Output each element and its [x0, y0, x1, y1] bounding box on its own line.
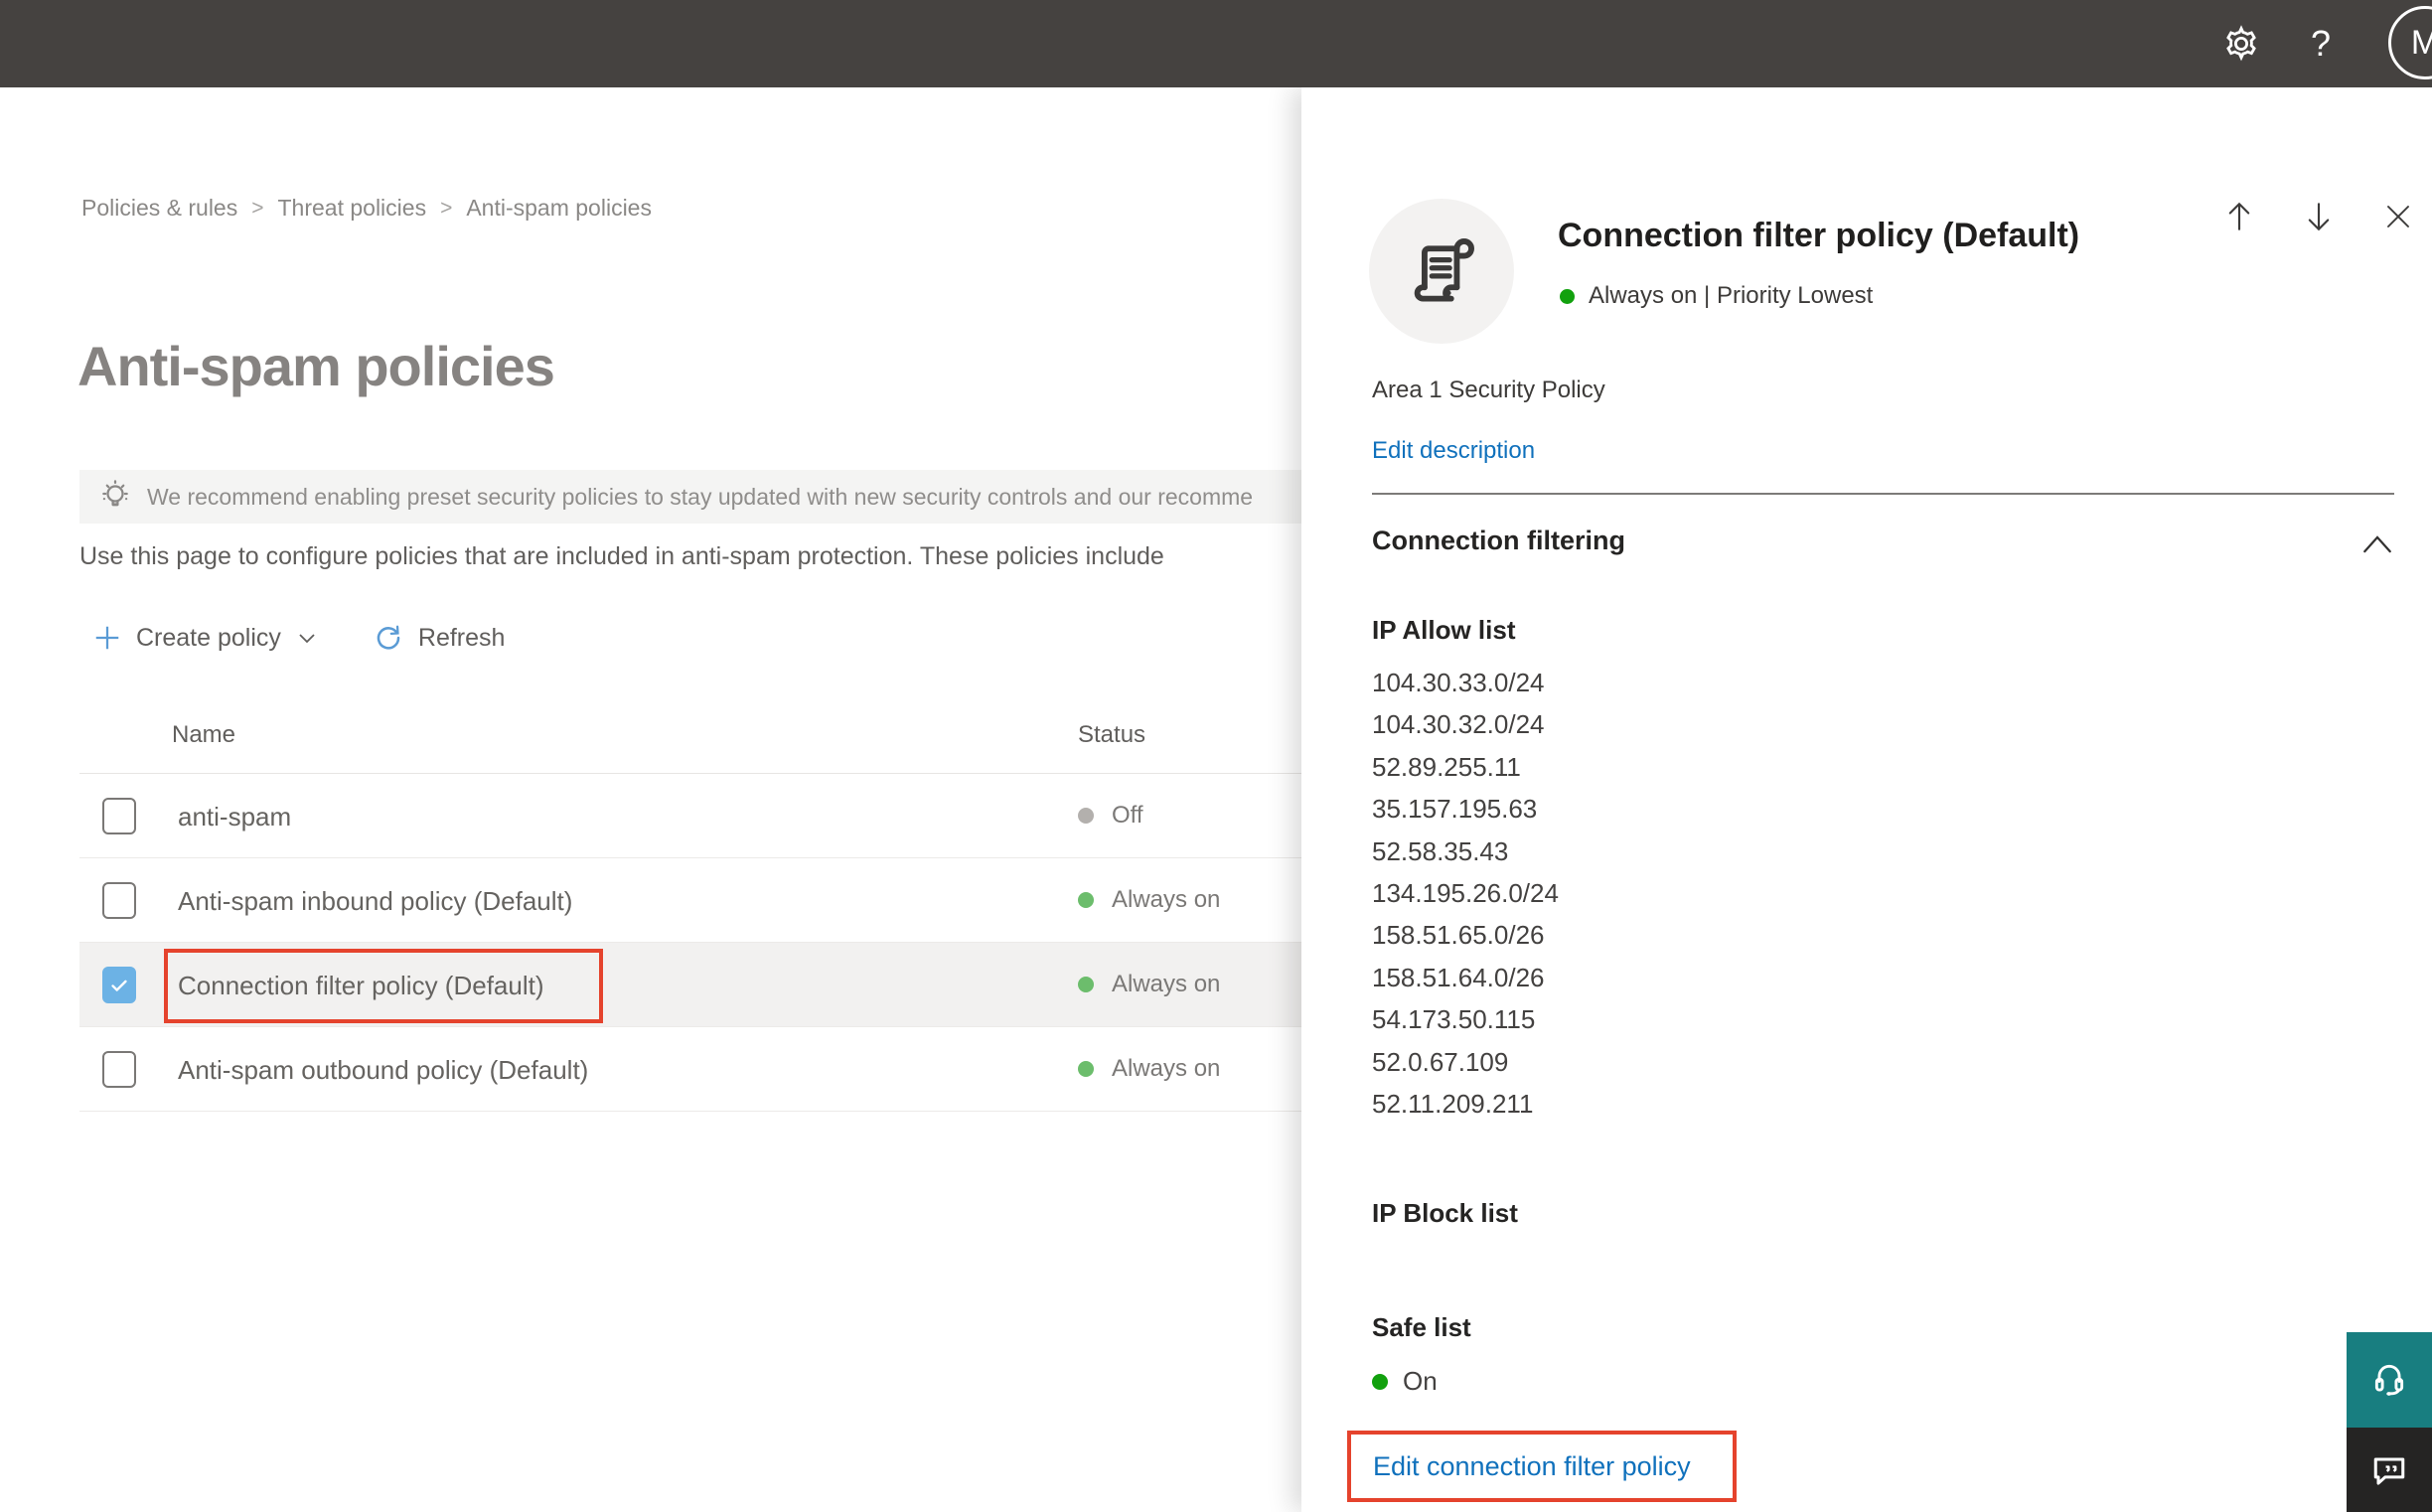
chevron-up-icon: [2363, 535, 2391, 553]
policy-description: Area 1 Security Policy: [1372, 377, 1605, 403]
create-policy-label: Create policy: [136, 623, 281, 652]
status-cell: Always on: [1078, 1027, 1220, 1111]
ip-allow-entry: 104.30.32.0/24: [1372, 709, 1545, 740]
edit-connection-filter-policy-link[interactable]: Edit connection filter policy: [1373, 1451, 1691, 1482]
edit-description-link[interactable]: Edit description: [1372, 437, 1535, 465]
safe-list-status: On: [1372, 1366, 1438, 1397]
status-cell: Always on: [1078, 943, 1220, 1026]
toolbar: Create policy Refresh: [92, 616, 505, 660]
section-title-connection-filtering: Connection filtering: [1372, 526, 1625, 555]
ip-allow-entry: 35.157.195.63: [1372, 794, 1538, 825]
ip-allow-entry: 104.30.33.0/24: [1372, 668, 1545, 697]
status-dot: [1078, 892, 1094, 908]
flyout-status-label: Always on | Priority Lowest: [1589, 282, 1874, 309]
policy-name-cell[interactable]: Anti-spam inbound policy (Default): [164, 864, 603, 939]
top-app-bar: ? M: [0, 0, 2432, 87]
status-dot: [1078, 808, 1094, 824]
row-checkbox[interactable]: [102, 967, 136, 1003]
status-label: Always on: [1112, 1055, 1221, 1082]
avatar-initial: M: [2410, 23, 2432, 62]
safelist-status-dot: [1372, 1373, 1388, 1390]
arrow-up-icon: [2228, 202, 2250, 230]
flyout-title: Connection filter policy (Default): [1558, 217, 2080, 254]
scroll-policy-icon: [1414, 238, 1474, 302]
edit-policy-annotation-box: Edit connection filter policy: [1347, 1431, 1737, 1502]
feedback-icon: [2373, 1456, 2405, 1485]
ip-block-list-title: IP Block list: [1372, 1198, 1518, 1228]
ip-allow-entry: 52.0.67.109: [1372, 1046, 1509, 1077]
row-checkbox[interactable]: [102, 882, 136, 919]
ip-allow-entry: 52.11.209.211: [1372, 1089, 1534, 1120]
refresh-label: Refresh: [417, 623, 506, 652]
status-dot: [1078, 1061, 1094, 1077]
status-cell: Always on: [1078, 858, 1220, 942]
policy-name-cell[interactable]: anti-spam: [164, 780, 603, 854]
support-widget-button[interactable]: [2347, 1332, 2432, 1428]
arrow-down-icon: [2308, 203, 2330, 231]
refresh-button[interactable]: Refresh: [373, 616, 506, 660]
ip-allow-entry: 52.89.255.11: [1372, 751, 1521, 782]
status-label: Off: [1112, 802, 1143, 829]
policy-icon-circle: [1369, 199, 1514, 344]
ip-allow-entry: 54.173.50.115: [1372, 1004, 1536, 1035]
policy-details-flyout: Connection filter policy (Default) Alway…: [1301, 87, 2432, 1512]
gear-icon: [2226, 25, 2256, 62]
ip-allow-entry: 134.195.26.0/24: [1372, 878, 1559, 909]
settings-button[interactable]: [2202, 0, 2281, 87]
flyout-nav: [2221, 199, 2416, 234]
ip-allow-entry: 52.58.35.43: [1372, 835, 1509, 866]
help-button[interactable]: ?: [2281, 0, 2360, 87]
chevron-down-icon: [299, 634, 315, 644]
row-checkbox[interactable]: [102, 798, 136, 834]
policy-name: anti-spam: [178, 802, 292, 832]
headset-icon: [2374, 1364, 2404, 1396]
page-title: Anti-spam policies: [77, 335, 555, 397]
feedback-widget-button[interactable]: [2347, 1428, 2432, 1512]
policy-name: Anti-spam outbound policy (Default): [178, 1055, 589, 1085]
refresh-icon: [377, 625, 400, 650]
create-policy-button[interactable]: Create policy: [92, 616, 319, 660]
lightbulb-icon: [102, 480, 128, 507]
status-cell: Off: [1078, 774, 1143, 857]
breadcrumb: Policies & rules > Threat policies > Ant…: [81, 195, 652, 222]
close-icon: [2387, 206, 2409, 227]
banner-text: We recommend enabling preset security po…: [147, 483, 1254, 510]
divider: [1372, 493, 2394, 495]
breadcrumb-threat-policies[interactable]: Threat policies: [278, 195, 427, 222]
safe-list-status-label: On: [1403, 1366, 1438, 1396]
policy-name: Connection filter policy (Default): [178, 971, 544, 1000]
next-item-button[interactable]: [2301, 199, 2337, 234]
previous-item-button[interactable]: [2221, 199, 2257, 234]
column-header-name[interactable]: Name: [172, 721, 235, 749]
breadcrumb-separator: >: [440, 196, 453, 220]
status-label: Always on: [1112, 886, 1221, 913]
ip-allow-list-title: IP Allow list: [1372, 615, 1516, 645]
breadcrumb-anti-spam[interactable]: Anti-spam policies: [466, 195, 652, 222]
flyout-status: Always on | Priority Lowest: [1560, 282, 1873, 310]
checkmark-icon: [111, 980, 127, 991]
ip-allow-list: 104.30.33.0/24 104.30.32.0/24 52.89.255.…: [1372, 662, 1559, 1125]
screen: ? M Policies & rules > Threat policies >…: [0, 0, 2432, 1512]
column-header-status[interactable]: Status: [1078, 721, 1145, 749]
status-dot: [1078, 977, 1094, 992]
collapse-section-button[interactable]: [2360, 531, 2394, 557]
help-icon: ?: [2310, 23, 2332, 64]
breadcrumb-policies-rules[interactable]: Policies & rules: [81, 195, 237, 222]
status-label: Always on: [1112, 971, 1221, 997]
policy-name: Anti-spam inbound policy (Default): [178, 886, 573, 916]
ip-allow-entry: 158.51.64.0/26: [1372, 962, 1545, 992]
close-flyout-button[interactable]: [2380, 199, 2416, 234]
ip-allow-entry: 158.51.65.0/26: [1372, 920, 1545, 951]
flyout-status-dot: [1560, 288, 1575, 304]
breadcrumb-separator: >: [251, 196, 264, 220]
row-checkbox[interactable]: [102, 1051, 136, 1088]
policy-name-cell[interactable]: Connection filter policy (Default): [164, 949, 603, 1023]
plus-icon: [95, 626, 119, 650]
safe-list-title: Safe list: [1372, 1312, 1471, 1342]
policy-name-cell[interactable]: Anti-spam outbound policy (Default): [164, 1033, 603, 1108]
